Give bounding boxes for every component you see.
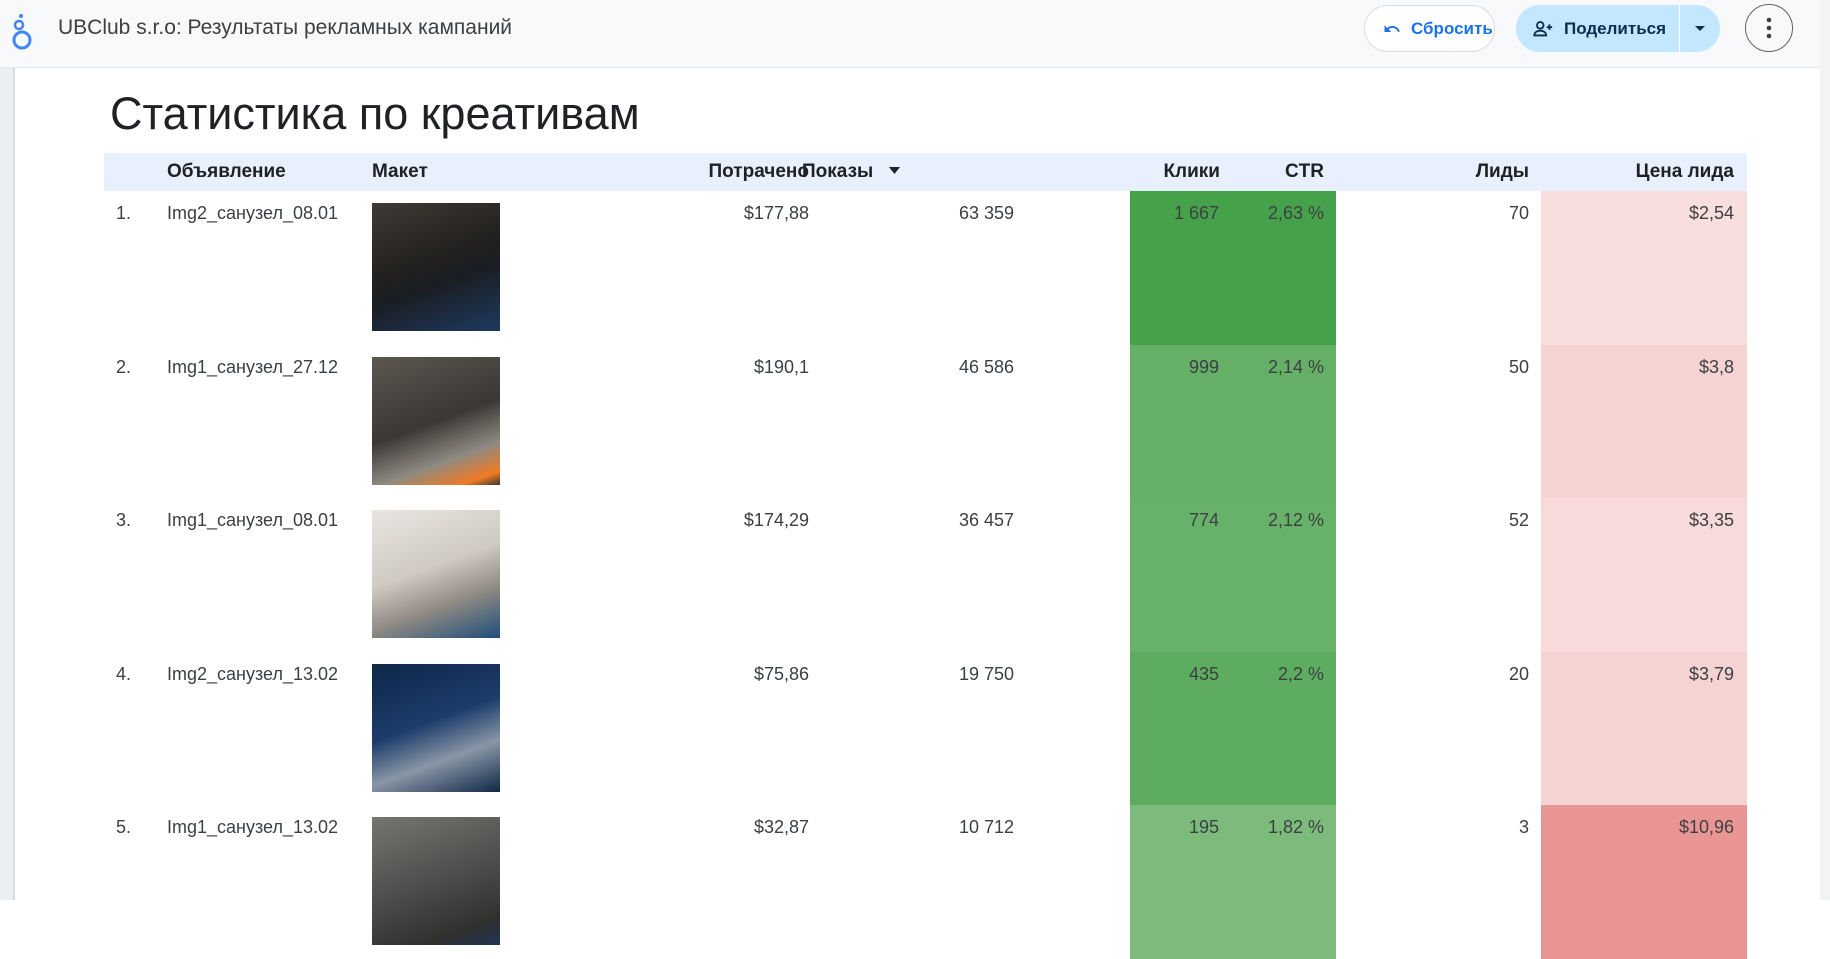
- more-vert-icon: [1766, 17, 1772, 39]
- impressions-value: 63 359: [958, 203, 1014, 223]
- reset-button[interactable]: Сбросить: [1364, 5, 1495, 52]
- page-title: Статистика по креативам: [110, 88, 640, 139]
- ad-mockup-thumbnail[interactable]: [372, 356, 500, 485]
- report-title[interactable]: UBClub s.r.o: Результаты рекламных кампа…: [58, 16, 512, 40]
- leads-value: 52: [1508, 510, 1529, 530]
- row-rank: 2.: [116, 356, 132, 377]
- column-header-leads[interactable]: Лиды: [1476, 161, 1529, 183]
- column-header-spent[interactable]: Потрачено: [709, 161, 809, 183]
- ad-mockup-thumbnail[interactable]: [372, 510, 500, 638]
- ad-name: Img1_санузел_27.12: [167, 356, 338, 377]
- spent-value: $174,29: [743, 510, 809, 530]
- spent-value: $177,88: [743, 203, 809, 223]
- table-row[interactable]: 1. Img2_санузел_08.01 $177,88 63 359 1 6…: [104, 191, 1747, 345]
- ctr-value: 2,14 %: [1267, 356, 1324, 377]
- clicks-value: 435: [1188, 663, 1219, 684]
- left-rail: [0, 68, 15, 900]
- row-rank: 4.: [116, 663, 132, 684]
- looker-studio-logo-icon[interactable]: [8, 12, 36, 52]
- table-row[interactable]: 4. Img2_санузел_13.02 $75,86 19 750 435 …: [104, 651, 1747, 805]
- table-row[interactable]: 5. Img1_санузел_13.02 $32,87 10 712 195 …: [104, 805, 1747, 959]
- ad-mockup-thumbnail[interactable]: [372, 663, 500, 792]
- cost-per-lead-value: $3,35: [1688, 510, 1734, 530]
- clicks-value: 1 667: [1173, 203, 1219, 223]
- leads-value: 20: [1508, 663, 1529, 684]
- creatives-table: Объявление Макет Потрачено Показы Клики …: [104, 153, 1747, 959]
- ad-name: Img1_санузел_13.02: [167, 817, 338, 837]
- undo-icon: [1384, 24, 1400, 32]
- column-header-clicks[interactable]: Клики: [1163, 161, 1220, 183]
- row-rank: 5.: [116, 817, 132, 837]
- share-button[interactable]: Поделиться: [1516, 5, 1679, 52]
- impressions-value: 10 712: [958, 817, 1014, 837]
- leads-value: 70: [1508, 203, 1529, 223]
- impressions-value: 46 586: [958, 356, 1014, 377]
- column-header-ctr[interactable]: CTR: [1285, 161, 1324, 183]
- table-row[interactable]: 3. Img1_санузел_08.01 $174,29 36 457 774…: [104, 498, 1747, 652]
- ad-mockup-thumbnail[interactable]: [372, 203, 500, 331]
- row-rank: 1.: [116, 203, 132, 223]
- clicks-value: 195: [1188, 817, 1219, 837]
- spent-value: $32,87: [753, 817, 809, 837]
- ctr-value: 2,63 %: [1267, 203, 1324, 223]
- ad-mockup-thumbnail[interactable]: [372, 817, 500, 945]
- ad-name: Img2_санузел_08.01: [167, 203, 338, 223]
- ctr-value: 1,82 %: [1267, 817, 1324, 837]
- more-options-button[interactable]: [1745, 4, 1793, 52]
- cost-per-lead-value: $3,8: [1698, 356, 1734, 377]
- caret-down-icon: [1695, 25, 1705, 31]
- impressions-value: 19 750: [958, 663, 1014, 684]
- table-body: 1. Img2_санузел_08.01 $177,88 63 359 1 6…: [104, 191, 1747, 959]
- leads-value: 50: [1508, 356, 1529, 377]
- cost-per-lead-value: $2,54: [1688, 203, 1734, 223]
- ctr-value: 2,2 %: [1277, 663, 1324, 684]
- top-bar: UBClub s.r.o: Результаты рекламных кампа…: [0, 0, 1830, 68]
- reset-label: Сбросить: [1411, 18, 1493, 38]
- column-header-impressions[interactable]: Показы: [802, 161, 900, 183]
- column-header-impressions-label: Показы: [802, 161, 874, 182]
- table-header: Объявление Макет Потрачено Показы Клики …: [104, 153, 1747, 191]
- column-header-cost-per-lead[interactable]: Цена лида: [1636, 161, 1734, 183]
- spent-value: $190,1: [753, 356, 809, 377]
- share-button-group: Поделиться: [1516, 5, 1720, 52]
- cost-per-lead-value: $10,96: [1678, 817, 1734, 837]
- column-header-mockup[interactable]: Макет: [372, 161, 428, 183]
- row-rank: 3.: [116, 510, 132, 530]
- ad-name: Img2_санузел_13.02: [167, 663, 338, 684]
- table-row[interactable]: 2. Img1_санузел_27.12 $190,1 46 586 999 …: [104, 344, 1747, 498]
- ad-name: Img1_санузел_08.01: [167, 510, 338, 530]
- cost-per-lead-value: $3,79: [1688, 663, 1734, 684]
- person-add-icon: [1533, 20, 1553, 36]
- share-dropdown-button[interactable]: [1680, 5, 1720, 52]
- column-header-ad[interactable]: Объявление: [167, 161, 286, 183]
- leads-value: 3: [1518, 817, 1529, 837]
- sort-descending-icon[interactable]: [888, 167, 900, 175]
- spent-value: $75,86: [753, 663, 809, 684]
- share-label: Поделиться: [1564, 18, 1667, 38]
- clicks-value: 774: [1188, 510, 1219, 530]
- impressions-value: 36 457: [958, 510, 1014, 530]
- ctr-value: 2,12 %: [1267, 510, 1324, 530]
- vertical-scrollbar[interactable]: [1820, 0, 1830, 900]
- clicks-value: 999: [1188, 356, 1219, 377]
